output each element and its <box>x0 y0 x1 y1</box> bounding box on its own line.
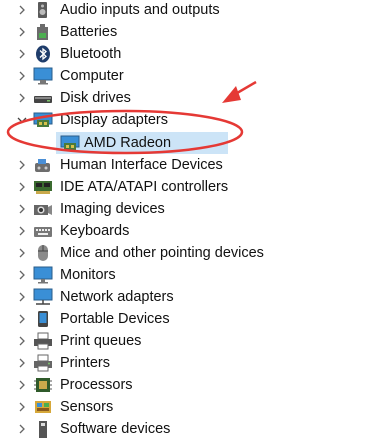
tree-item-label: Printers <box>60 355 110 371</box>
display-adapter-icon <box>60 135 80 150</box>
monitor-icon <box>33 266 53 284</box>
keyboard-icon <box>34 227 52 237</box>
chevron-right-icon[interactable] <box>16 247 28 259</box>
tree-item-label: Imaging devices <box>60 201 165 217</box>
chevron-right-icon[interactable] <box>16 159 28 171</box>
chevron-right-icon[interactable] <box>16 379 28 391</box>
hid-icon <box>35 159 50 172</box>
tree-item-keyboards[interactable]: Keyboards <box>0 220 389 242</box>
tree-item-display-adapters[interactable]: Display adapters <box>0 109 389 131</box>
chevron-right-icon[interactable] <box>16 357 28 369</box>
software-device-icon <box>39 421 47 438</box>
computer-icon <box>33 67 53 85</box>
ide-controller-icon <box>34 181 52 194</box>
tree-item-label: Batteries <box>60 24 118 40</box>
tree-item-label: Software devices <box>60 421 171 437</box>
tree-item-computer[interactable]: Computer <box>0 65 389 87</box>
tree-item-label: Sensors <box>60 399 114 415</box>
tree-item-label: Network adapters <box>60 289 174 305</box>
tree-item-label: Display adapters <box>60 112 168 128</box>
chevron-down-icon[interactable] <box>16 114 28 126</box>
chevron-right-icon[interactable] <box>16 401 28 413</box>
tree-item-human-interface-devices[interactable]: Human Interface Devices <box>0 154 389 176</box>
portable-device-icon <box>38 311 48 327</box>
camera-icon <box>34 205 52 215</box>
tree-item-label: Disk drives <box>60 90 131 106</box>
tree-item-imaging-devices[interactable]: Imaging devices <box>0 198 389 220</box>
chevron-right-icon[interactable] <box>16 70 28 82</box>
tree-item-label: AMD Radeon <box>84 135 172 151</box>
tree-item-label: Bluetooth <box>60 46 122 62</box>
tree-item-processors[interactable]: Processors <box>0 374 389 396</box>
tree-item-bluetooth[interactable]: Bluetooth <box>0 43 389 65</box>
disk-drive-icon <box>34 96 52 103</box>
tree-item-label: Human Interface Devices <box>60 157 223 173</box>
bluetooth-icon <box>36 45 50 63</box>
tree-item-mice[interactable]: Mice and other pointing devices <box>0 242 389 264</box>
tree-item-label: Audio inputs and outputs <box>60 2 220 18</box>
tree-item-label: Processors <box>60 377 133 393</box>
tree-item-label: Computer <box>60 68 124 84</box>
speaker-icon <box>38 2 47 18</box>
chevron-right-icon[interactable] <box>16 181 28 193</box>
tree-item-batteries[interactable]: Batteries <box>0 21 389 43</box>
tree-item-ide-controllers[interactable]: IDE ATA/ATAPI controllers <box>0 176 389 198</box>
tree-item-printers[interactable]: Printers <box>0 352 389 374</box>
chevron-right-icon[interactable] <box>16 26 28 38</box>
chevron-right-icon[interactable] <box>16 423 28 435</box>
tree-item-label: Portable Devices <box>60 311 170 327</box>
tree-item-label: Monitors <box>60 267 116 283</box>
tree-item-amd-radeon[interactable]: AMD Radeon <box>0 132 389 154</box>
mouse-icon <box>38 245 48 261</box>
tree-item-label: IDE ATA/ATAPI controllers <box>60 179 229 195</box>
tree-item-label: Keyboards <box>60 223 130 239</box>
chevron-right-icon[interactable] <box>16 92 28 104</box>
tree-item-disk-drives[interactable]: Disk drives <box>0 87 389 109</box>
chevron-right-icon[interactable] <box>16 313 28 325</box>
tree-item-print-queues[interactable]: Print queues <box>0 330 389 352</box>
battery-icon <box>37 24 48 40</box>
tree-item-portable-devices[interactable]: Portable Devices <box>0 308 389 330</box>
chevron-right-icon[interactable] <box>16 291 28 303</box>
display-adapter-icon <box>33 112 53 127</box>
chevron-right-icon[interactable] <box>16 225 28 237</box>
tree-item-label: Print queues <box>60 333 142 349</box>
tree-item-monitors[interactable]: Monitors <box>0 264 389 286</box>
chevron-right-icon[interactable] <box>16 269 28 281</box>
print-queue-icon <box>34 332 52 350</box>
chevron-right-icon[interactable] <box>16 335 28 347</box>
tree-item-sensors[interactable]: Sensors <box>0 396 389 418</box>
tree-item-software-devices[interactable]: Software devices <box>0 418 389 440</box>
printer-icon <box>34 354 52 372</box>
tree-item-network-adapters[interactable]: Network adapters <box>0 286 389 308</box>
sensor-icon <box>35 401 51 413</box>
tree-item-label: Mice and other pointing devices <box>60 245 264 261</box>
tree-item-audio[interactable]: Audio inputs and outputs <box>0 0 389 21</box>
network-icon <box>33 288 53 305</box>
chevron-right-icon[interactable] <box>16 203 28 215</box>
chevron-right-icon[interactable] <box>16 48 28 60</box>
chevron-right-icon[interactable] <box>16 4 28 16</box>
processor-icon <box>34 378 52 392</box>
